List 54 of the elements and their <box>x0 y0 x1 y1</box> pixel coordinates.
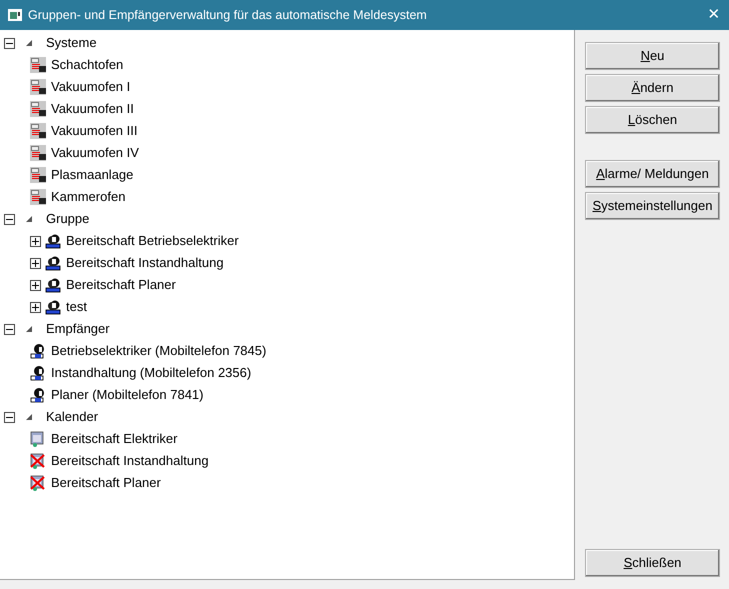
machine-icon <box>30 189 46 205</box>
tree-category[interactable]: Empfänger <box>45 321 111 337</box>
dialog-button[interactable]: Alarme/ Meldungen <box>585 160 720 188</box>
collapse-icon[interactable] <box>4 38 15 48</box>
tree-item[interactable]: Schachtofen <box>50 57 124 73</box>
tree-item[interactable]: Bereitschaft Instandhaltung <box>65 255 225 271</box>
tree-item[interactable]: Plasmaanlage <box>50 167 134 183</box>
tree-item[interactable]: Kammerofen <box>50 189 126 205</box>
expanded-arrow-icon <box>25 413 33 421</box>
tree-item[interactable]: Betriebselektriker (Mobiltelefon 7845) <box>50 343 268 359</box>
collapse-icon[interactable] <box>4 214 15 224</box>
collapse-icon[interactable] <box>4 324 15 334</box>
dialog-button[interactable]: Systemeinstellungen <box>585 192 720 220</box>
tree-category[interactable]: Kalender <box>45 409 100 425</box>
expand-icon[interactable] <box>30 302 41 312</box>
people-icon <box>45 255 61 271</box>
collapse-icon[interactable] <box>4 412 15 422</box>
tree-item[interactable]: Instandhaltung (Mobiltelefon 2356) <box>50 365 252 381</box>
person-icon <box>30 387 46 403</box>
tree-item[interactable]: Vakuumofen I <box>50 79 132 95</box>
expand-icon[interactable] <box>30 280 41 290</box>
expanded-arrow-icon <box>25 325 33 333</box>
tree-item[interactable]: Bereitschaft Betriebselektriker <box>65 233 240 249</box>
tree-category[interactable]: Systeme <box>45 35 98 51</box>
people-icon <box>45 277 61 293</box>
dialog-button[interactable]: Löschen <box>585 106 720 134</box>
tree-item[interactable]: Bereitschaft Planer <box>65 277 177 293</box>
person-icon <box>30 365 46 381</box>
dialog-button[interactable]: Ändern <box>585 74 720 102</box>
people-icon <box>45 233 61 249</box>
expanded-arrow-icon <box>25 215 33 223</box>
tree-item[interactable]: Vakuumofen IV <box>50 145 140 161</box>
expand-icon[interactable] <box>30 258 41 268</box>
tree-item[interactable]: Planer (Mobiltelefon 7841) <box>50 387 204 403</box>
expand-icon[interactable] <box>30 236 41 246</box>
tree-category[interactable]: Gruppe <box>45 211 90 227</box>
tree-item[interactable]: Vakuumofen II <box>50 101 135 117</box>
machine-icon <box>30 167 46 183</box>
window-icon <box>8 9 22 21</box>
dialog-button[interactable]: Neu <box>585 42 720 70</box>
machine-icon <box>30 145 46 161</box>
machine-icon <box>30 79 46 95</box>
window-title: Gruppen- und Empfängerverwaltung für das automatische Meldesystem <box>28 6 427 24</box>
machine-icon <box>30 123 46 139</box>
people-icon <box>45 299 61 315</box>
expanded-arrow-icon <box>25 39 33 47</box>
tree-item[interactable]: test <box>65 299 88 315</box>
machine-icon <box>30 101 46 117</box>
tree-item[interactable]: Bereitschaft Elektriker <box>50 431 178 447</box>
close-button[interactable]: ✕ <box>699 0 729 30</box>
dialog-button[interactable]: Schließen <box>585 549 720 577</box>
person-icon <box>30 343 46 359</box>
tree-item[interactable]: Vakuumofen III <box>50 123 138 139</box>
machine-icon <box>30 57 46 73</box>
